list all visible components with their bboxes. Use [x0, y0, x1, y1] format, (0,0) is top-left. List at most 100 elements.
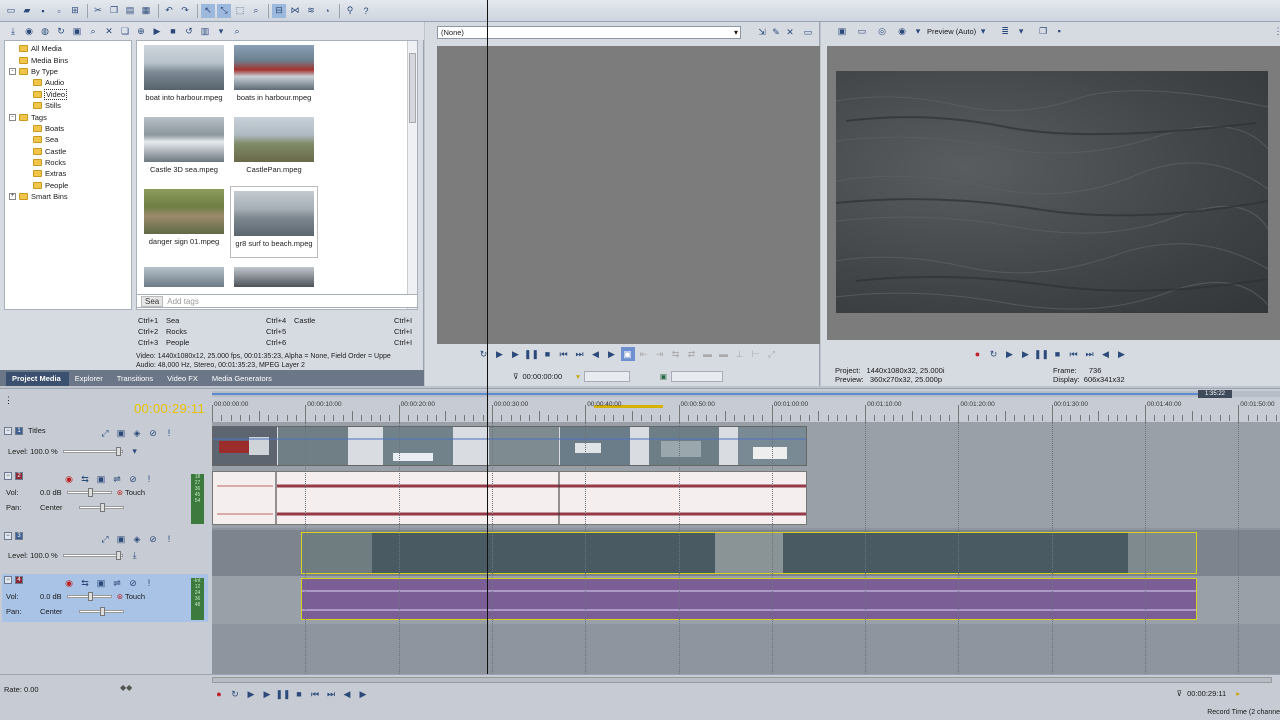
solo-icon[interactable]: !	[162, 532, 176, 546]
shortcut-tag[interactable]: Rocks	[166, 327, 187, 336]
trimmer-tool-icon[interactable]: ⇥	[653, 347, 667, 361]
stop-icon[interactable]: ■	[1051, 347, 1065, 361]
import-media-icon[interactable]: ⤓	[6, 24, 20, 38]
expand-icon[interactable]: +	[9, 193, 16, 201]
rate-slider[interactable]: ◆◆	[120, 683, 132, 692]
cut-icon[interactable]: ✂	[91, 4, 105, 18]
search-tags-icon[interactable]: ⌕	[230, 24, 244, 38]
expand-track-icon[interactable]: −	[4, 532, 12, 540]
tag-bar[interactable]: Sea Add tags	[136, 294, 418, 308]
play-icon[interactable]: ▶	[260, 687, 274, 701]
tree-node-sea[interactable]: Sea	[5, 134, 131, 145]
shortcut-tag[interactable]: Castle	[294, 316, 315, 325]
track-header-3[interactable]: − 3 ⤢ ▣ ◈ ⊘ ! Level: 100.0 % ⤓	[2, 530, 208, 576]
media-thumbnail[interactable]: boat into harbour.mpeg	[141, 45, 227, 102]
trimmer-out-box[interactable]	[670, 370, 723, 382]
tab-video-fx[interactable]: Video FX	[161, 372, 206, 386]
show-video-icon[interactable]: ▣	[620, 347, 635, 361]
step-back-icon[interactable]: ◀	[589, 347, 603, 361]
automation-mode-icon[interactable]: ⊛	[117, 488, 123, 497]
go-to-end-icon[interactable]: ⏭	[324, 687, 338, 701]
trimmer-tool-icon[interactable]: ⇄	[685, 347, 699, 361]
mute-icon[interactable]: ⊘	[126, 576, 140, 590]
tab-transitions[interactable]: Transitions	[111, 372, 161, 386]
chevron-down-icon[interactable]: ▾	[214, 24, 228, 38]
media-thumbnail[interactable]	[231, 267, 317, 290]
play-from-start-icon[interactable]: ▶	[244, 687, 258, 701]
help-icon[interactable]: ?	[359, 4, 373, 18]
tree-node-by-type[interactable]: - By Type	[5, 66, 131, 77]
tab-media-generators[interactable]: Media Generators	[206, 372, 280, 386]
expand-icon[interactable]: -	[9, 113, 16, 121]
undo-icon[interactable]: ↶	[162, 4, 176, 18]
trimmer-tool-icon[interactable]: ⤢	[765, 347, 779, 361]
go-to-start-icon[interactable]: ⏮	[308, 687, 322, 701]
compositing-icon[interactable]: ◈	[130, 532, 144, 546]
prev-frame-icon[interactable]: ◀	[340, 687, 354, 701]
lock-envelopes-icon[interactable]: ◔	[320, 4, 334, 18]
loop-icon[interactable]: ↻	[477, 347, 491, 361]
play-icon[interactable]: ▶	[150, 24, 164, 38]
volume-slider[interactable]	[66, 488, 112, 497]
media-thumbnail[interactable]: danger sign 01.mpeg	[141, 189, 227, 246]
track-header-1[interactable]: − 1 Titles ⤢ ▣ ◈ ⊘ ! Level: 100.0 % ▾	[2, 424, 208, 470]
tab-explorer[interactable]: Explorer	[69, 372, 111, 386]
tree-node-rocks[interactable]: Rocks	[5, 157, 131, 168]
prev-frame-icon[interactable]: ◀	[1099, 347, 1113, 361]
timeline-scrollbar[interactable]	[212, 677, 1272, 683]
compositing-icon[interactable]: ◈	[130, 426, 144, 440]
stop-icon[interactable]: ■	[541, 347, 555, 361]
chevron-down-icon[interactable]: ▾	[1014, 24, 1028, 38]
pan-slider[interactable]	[78, 607, 124, 616]
tree-node-tags[interactable]: - Tags	[5, 111, 131, 122]
auto-ripple-icon[interactable]: ≋	[304, 4, 318, 18]
trimmer-in-box[interactable]	[583, 370, 630, 382]
loop-icon[interactable]: ↻	[987, 347, 1001, 361]
delete-icon[interactable]: ▦	[139, 4, 153, 18]
fx-icon[interactable]: ▣	[94, 472, 108, 486]
fx-icon[interactable]: ▣	[94, 576, 108, 590]
time-ruler[interactable]: 00:00:00:00 00:00:10:00 00:00:20:00 00:00:3…	[212, 397, 1280, 429]
normal-edit-tool-icon[interactable]: ↖	[201, 3, 215, 18]
expand-track-icon[interactable]: −	[4, 426, 12, 435]
media-thumbnail[interactable]: CastlePan.mpeg	[231, 117, 317, 174]
next-frame-icon[interactable]: ▶	[1115, 347, 1129, 361]
chevron-down-icon[interactable]: ▾	[976, 24, 990, 38]
tree-node-people[interactable]: People	[5, 180, 131, 191]
add-tags-input[interactable]: Add tags	[167, 297, 199, 306]
timeline-menu-icon[interactable]: ⋮	[4, 395, 13, 406]
properties-icon[interactable]: ▣	[835, 24, 849, 38]
copy-icon[interactable]: ❐	[107, 4, 121, 18]
pause-icon[interactable]: ❚❚	[1034, 347, 1049, 361]
save-as-icon[interactable]: ▫	[52, 4, 66, 18]
arm-record-icon[interactable]: ◉	[62, 472, 76, 486]
prev-frame-icon[interactable]: ⏮	[557, 347, 571, 361]
play-icon[interactable]: ▶	[1019, 347, 1033, 361]
zoom-tool-icon[interactable]: ⌕	[249, 4, 263, 18]
shortcut-tag[interactable]: People	[166, 338, 189, 347]
fx-icon[interactable]: ▣	[114, 426, 128, 440]
audio-clip-selected[interactable]	[301, 578, 1197, 620]
external-monitor-icon[interactable]: ▭	[855, 24, 869, 38]
automation-mode[interactable]: Touch	[125, 592, 145, 601]
invert-phase-icon[interactable]: ⇆	[78, 576, 92, 590]
automation-icon[interactable]: ⇌	[110, 576, 124, 590]
trimmer-tool-icon[interactable]: ⇤	[637, 347, 651, 361]
trimmer-tool-icon[interactable]: ▬	[717, 347, 731, 361]
tree-node-extras[interactable]: Extras	[5, 168, 131, 179]
pan-slider[interactable]	[78, 503, 124, 512]
tree-node-video[interactable]: Video	[5, 88, 131, 100]
auto-preview-icon[interactable]: ↺	[182, 24, 196, 38]
trimmer-tool-icon[interactable]: ⊢	[749, 347, 763, 361]
open-icon[interactable]: ▰	[20, 4, 34, 18]
track-header-2[interactable]: − 2 ◉ ⇆ ▣ ⇌ ⊘ ! Vol: 0.0 dB ⊛ Touch Pan:…	[2, 470, 208, 526]
motion-icon[interactable]: ⤢	[98, 426, 112, 440]
stop-icon[interactable]: ■	[292, 687, 306, 701]
solo-icon[interactable]: !	[142, 576, 156, 590]
tree-node-boats[interactable]: Boats	[5, 123, 131, 134]
media-thumbnail[interactable]: Castle 3D sea.mpeg	[141, 117, 227, 174]
get-media-icon[interactable]: ◍	[38, 24, 52, 38]
tree-node-audio[interactable]: Audio	[5, 77, 131, 88]
level-slider[interactable]	[62, 550, 123, 560]
properties-icon[interactable]: ▣	[70, 24, 84, 38]
